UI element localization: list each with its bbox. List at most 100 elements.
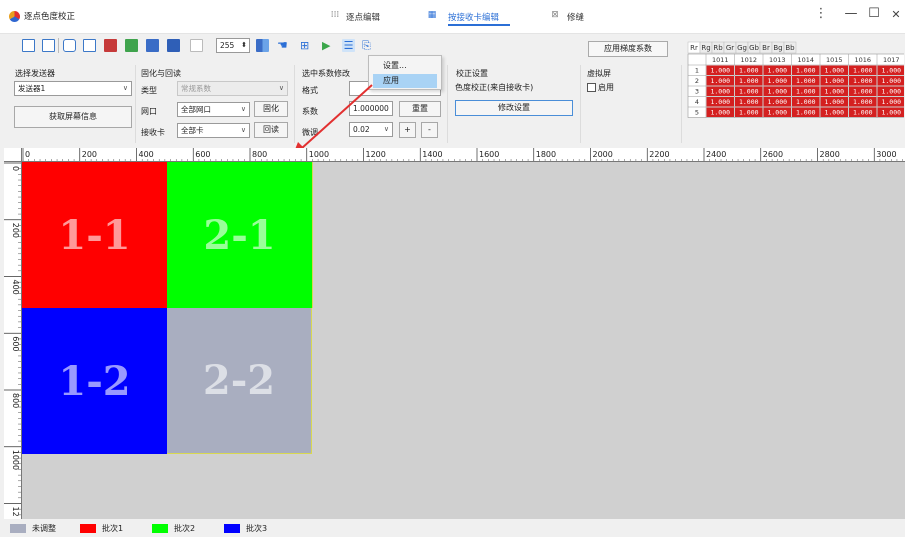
coef-cell-value: 1.000 bbox=[881, 109, 901, 117]
maximize-button[interactable]: ☐ bbox=[867, 6, 881, 21]
coef-cell-value: 1.000 bbox=[824, 88, 844, 96]
coef-col-header: 1012 bbox=[740, 56, 757, 64]
ruler-corner bbox=[4, 148, 22, 162]
chevron-down-icon: ∨ bbox=[122, 84, 128, 92]
coef-col-header: 1013 bbox=[769, 56, 786, 64]
ruler-h-label: 2600 bbox=[763, 150, 783, 159]
type-label: 类型 bbox=[141, 86, 157, 95]
tab-seam[interactable]: 修缝 bbox=[567, 11, 584, 23]
coef-cell-value: 1.000 bbox=[853, 88, 873, 96]
spin-arrows-icon[interactable]: ⬍ bbox=[241, 39, 247, 52]
ruler-h-label: 400 bbox=[139, 150, 154, 159]
pointer-tool-icon[interactable]: ☚ bbox=[277, 39, 290, 52]
coef-cell-value: 1.000 bbox=[824, 67, 844, 75]
vertical-ruler: 0200400600800100012 bbox=[4, 162, 22, 519]
blue-fill-icon[interactable] bbox=[146, 39, 159, 52]
receiver-cell-1-2[interactable]: 1-2 bbox=[22, 308, 167, 454]
ruler-h-label: 2800 bbox=[820, 150, 840, 159]
legend-label-unadjusted: 未调整 bbox=[32, 524, 56, 533]
enable-checkbox[interactable] bbox=[587, 83, 596, 92]
coef-cell-value: 1.000 bbox=[739, 77, 759, 85]
coef-cell-value: 1.000 bbox=[853, 67, 873, 75]
coef-group-label: 选中系数修改 bbox=[302, 69, 350, 78]
virtual-group-label: 虚拟屏 bbox=[587, 69, 611, 78]
card-select[interactable]: 全部卡 ∨ bbox=[177, 123, 250, 138]
coef-cell-value: 1.000 bbox=[796, 77, 816, 85]
coef-tab-label: Gg bbox=[737, 44, 747, 52]
minimize-button[interactable]: — bbox=[844, 6, 858, 21]
white-fill-icon[interactable] bbox=[190, 39, 203, 52]
app-logo-icon bbox=[9, 11, 20, 22]
cell-border bbox=[312, 162, 313, 308]
close-button[interactable]: ✕ bbox=[889, 8, 903, 21]
chevron-down-icon: ∨ bbox=[240, 105, 246, 113]
brightness-input[interactable]: 255 ⬍ bbox=[216, 38, 250, 53]
tab-receiver-edit[interactable]: 按接收卡编辑 bbox=[448, 11, 499, 23]
coef-tab-label: Rr bbox=[690, 44, 698, 52]
play-icon[interactable]: ▶ bbox=[322, 39, 335, 52]
sender-select[interactable]: 发送器1 ∨ bbox=[14, 81, 132, 96]
coef-row-header: 1 bbox=[695, 67, 699, 75]
coef-cell-value: 1.000 bbox=[824, 77, 844, 85]
modify-settings-button[interactable]: 修改设置 bbox=[455, 100, 573, 116]
increment-button[interactable]: + bbox=[399, 122, 416, 138]
ruler-h-label: 1800 bbox=[536, 150, 556, 159]
copy-icon[interactable]: ⎘ bbox=[362, 39, 375, 52]
palette-icon[interactable] bbox=[256, 39, 269, 52]
coef-tab-label: Rb bbox=[713, 44, 723, 52]
get-screen-info-button[interactable]: 获取屏幕信息 bbox=[14, 106, 132, 128]
apply-gradient-button[interactable]: 应用梯度系数 bbox=[588, 41, 668, 57]
coef-cell-value: 1.000 bbox=[796, 98, 816, 106]
calibration-group-label: 校正设置 bbox=[456, 69, 488, 78]
select-tool-icon[interactable] bbox=[22, 39, 35, 52]
legend-label-batch3: 批次3 bbox=[246, 524, 268, 533]
enable-label: 启用 bbox=[598, 83, 614, 92]
menu-item-apply[interactable]: 应用 bbox=[373, 74, 437, 88]
group-divider bbox=[580, 65, 581, 143]
port-select[interactable]: 全部网口 ∨ bbox=[177, 102, 250, 117]
ruler-h-label: 1600 bbox=[479, 150, 499, 159]
tab-point-edit[interactable]: 逐点编辑 bbox=[346, 11, 380, 23]
more-options-icon[interactable]: ⋮ bbox=[814, 6, 828, 21]
status-bar bbox=[0, 519, 905, 537]
decrement-button[interactable]: - bbox=[421, 122, 438, 138]
list-coef-icon[interactable]: ☰ bbox=[342, 39, 355, 52]
receiver-grid-icon: ▦ bbox=[427, 10, 437, 20]
coef-tab-label: Bg bbox=[773, 44, 782, 52]
receiver-cell-2-2[interactable]: 2-2 bbox=[167, 308, 312, 454]
receiver-cell-2-1[interactable]: 2-1 bbox=[167, 162, 312, 308]
menu-item-settings[interactable]: 设置... bbox=[373, 59, 437, 73]
red-fill-icon[interactable] bbox=[104, 39, 117, 52]
select-region-icon[interactable] bbox=[42, 39, 55, 52]
ruler-v-label: 1000 bbox=[11, 450, 20, 470]
coef-cell-value: 1.000 bbox=[710, 67, 730, 75]
coef-col-header: 1014 bbox=[797, 56, 814, 64]
group-divider bbox=[447, 65, 448, 143]
coef-cell-value: 1.000 bbox=[739, 67, 759, 75]
coef-cell-value: 1.000 bbox=[739, 88, 759, 96]
receiver-cell-1-1[interactable]: 1-1 bbox=[22, 162, 167, 308]
coef-cell-value: 1.000 bbox=[767, 88, 787, 96]
ellipse-tool-icon[interactable] bbox=[63, 39, 76, 52]
coef-cell-value: 1.000 bbox=[853, 77, 873, 85]
merge-icon[interactable]: ⊞ bbox=[300, 39, 313, 52]
ruler-h-label: 600 bbox=[195, 150, 210, 159]
reset-button[interactable]: 重置 bbox=[399, 101, 441, 117]
coef-tab-label: Bb bbox=[785, 44, 795, 52]
coefficient-grid[interactable]: Rr Rg Rb Gr Gg Gb Br Bg Bb 1011 1012 1013 1014 1015 10… bbox=[686, 40, 904, 140]
solidify-group-label: 固化与回读 bbox=[141, 69, 181, 78]
coef-cell-value: 1.000 bbox=[796, 109, 816, 117]
legend-label-batch1: 批次1 bbox=[102, 524, 124, 533]
coef-cell-value: 1.000 bbox=[710, 109, 730, 117]
ruler-h-label: 2000 bbox=[593, 150, 613, 159]
coef-col-header: 1017 bbox=[883, 56, 900, 64]
coef-cell-value: 1.000 bbox=[881, 88, 901, 96]
green-fill-icon[interactable] bbox=[125, 39, 138, 52]
expand-tool-icon[interactable] bbox=[83, 39, 96, 52]
coef-cell-value: 1.000 bbox=[710, 98, 730, 106]
coef-cell-value: 1.000 bbox=[739, 109, 759, 117]
legend-swatch-batch2 bbox=[152, 524, 168, 533]
coef-row-header: 4 bbox=[695, 98, 699, 106]
coef-cell-value: 1.000 bbox=[824, 109, 844, 117]
blue-dark-fill-icon[interactable] bbox=[167, 39, 180, 52]
